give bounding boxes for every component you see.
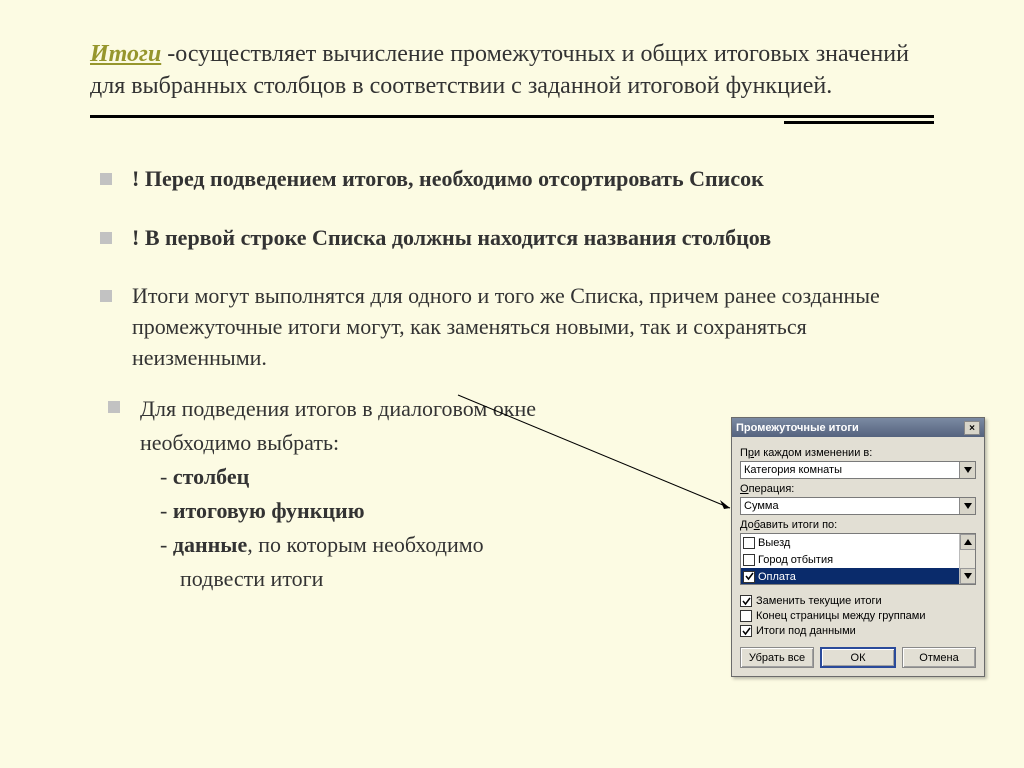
divider bbox=[90, 115, 934, 124]
checkbox-replace[interactable]: Заменить текущие итоги bbox=[740, 595, 976, 607]
list-item: Итоги могут выполнятся для одного и того… bbox=[90, 281, 934, 373]
list-item[interactable]: Оплата bbox=[741, 568, 975, 585]
header-paragraph: Итоги -осуществляет вычисление промежуто… bbox=[90, 38, 934, 103]
label-part: Итоги bbox=[756, 625, 788, 637]
cancel-button[interactable]: Отмена bbox=[902, 647, 976, 668]
sub-prefix: - bbox=[160, 498, 173, 523]
chevron-down-icon[interactable] bbox=[959, 498, 975, 514]
ok-button[interactable]: ОК bbox=[820, 647, 896, 668]
close-icon[interactable]: × bbox=[964, 421, 980, 435]
label-part: П bbox=[740, 447, 748, 459]
subtotals-dialog: Промежуточные итоги × При каждом изменен… bbox=[731, 417, 985, 677]
lower-intro-line1: Для подведения итогов в диалоговом окне bbox=[140, 396, 536, 421]
sub-bold: итоговую функцию bbox=[173, 498, 365, 523]
combo-value: Сумма bbox=[744, 500, 779, 512]
label-part: од данными bbox=[794, 625, 856, 637]
label-part: перация: bbox=[749, 483, 795, 495]
list-item[interactable]: Выезд bbox=[741, 534, 975, 551]
combo-change-in[interactable]: Категория комнаты bbox=[740, 461, 976, 479]
sub-prefix: - bbox=[160, 532, 173, 557]
label-underline: О bbox=[740, 483, 749, 495]
sub-rest: , по которым необходимо bbox=[247, 532, 483, 557]
dialog-buttons: Убрать все ОК Отмена bbox=[740, 647, 976, 668]
checkbox-icon[interactable] bbox=[743, 571, 755, 583]
bullet-list: ! Перед подведением итогов, необходимо о… bbox=[90, 164, 934, 374]
checkbox-icon[interactable] bbox=[743, 537, 755, 549]
header-block: Итоги -осуществляет вычисление промежуто… bbox=[90, 38, 934, 124]
list-item-label: Выезд bbox=[758, 537, 790, 549]
combo-value: Категория комнаты bbox=[744, 464, 842, 476]
label-operation: Операция: bbox=[740, 483, 976, 495]
label-part: аменить текущие итоги bbox=[763, 595, 882, 607]
list-item-label: Оплата bbox=[758, 571, 796, 583]
dialog-title: Промежуточные итоги bbox=[736, 422, 859, 434]
checkbox-group: Заменить текущие итоги Конец страницы ме… bbox=[740, 595, 976, 637]
list-item-label: Город отбытия bbox=[758, 554, 833, 566]
checkbox-icon[interactable] bbox=[740, 595, 752, 607]
remove-all-button[interactable]: Убрать все bbox=[740, 647, 814, 668]
lower-intro-line2: необходимо выбрать: bbox=[140, 430, 339, 455]
sub-bold: столбец bbox=[173, 464, 249, 489]
list-item: ! В первой строке Списка должны находитс… bbox=[90, 223, 934, 254]
list-item[interactable]: Город отбытия bbox=[741, 551, 975, 568]
checkbox-label: Конец страницы между группами bbox=[756, 610, 925, 622]
checkbox-icon[interactable] bbox=[740, 610, 752, 622]
checkbox-label: Итоги под данными bbox=[756, 625, 856, 637]
listbox-add-totals[interactable]: Выезд Город отбытия Оплата bbox=[740, 533, 976, 585]
dialog-body: При каждом изменении в: Категория комнат… bbox=[732, 437, 984, 676]
title-rest: -осуществляет вычисление промежуточных и… bbox=[90, 41, 909, 99]
scroll-down-icon[interactable] bbox=[960, 568, 976, 584]
scroll-up-icon[interactable] bbox=[960, 534, 976, 550]
checkbox-label: Заменить текущие итоги bbox=[756, 595, 882, 607]
list-item: ! Перед подведением итогов, необходимо о… bbox=[90, 164, 934, 195]
label-change-in: При каждом изменении в: bbox=[740, 447, 976, 459]
combo-operation[interactable]: Сумма bbox=[740, 497, 976, 515]
label-underline: З bbox=[756, 595, 763, 607]
checkbox-icon[interactable] bbox=[743, 554, 755, 566]
title-word: Итоги bbox=[90, 41, 161, 67]
checkbox-icon[interactable] bbox=[740, 625, 752, 637]
label-part: авить итоги по: bbox=[760, 519, 837, 531]
scrollbar[interactable] bbox=[959, 534, 975, 584]
checkbox-pagebreak[interactable]: Конец страницы между группами bbox=[740, 610, 976, 622]
sub-bold: данные bbox=[173, 532, 247, 557]
dialog-titlebar[interactable]: Промежуточные итоги × bbox=[732, 418, 984, 437]
label-part: До bbox=[740, 519, 754, 531]
label-add-totals: Добавить итоги по: bbox=[740, 519, 976, 531]
chevron-down-icon[interactable] bbox=[959, 462, 975, 478]
label-part: онец страницы между группами bbox=[762, 610, 925, 622]
label-part: и каждом изменении в: bbox=[754, 447, 872, 459]
sub-prefix: - bbox=[160, 464, 173, 489]
checkbox-below-data[interactable]: Итоги под данными bbox=[740, 625, 976, 637]
